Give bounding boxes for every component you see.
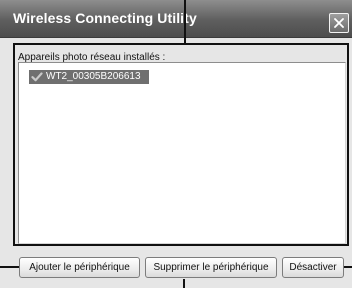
callout-line-left — [0, 266, 19, 268]
disable-button[interactable]: Désactiver — [282, 257, 344, 278]
close-button[interactable] — [329, 13, 349, 33]
installed-cameras-list[interactable]: WT2_00305B206613 — [18, 62, 346, 244]
camera-item-label: WT2_00305B206613 — [46, 71, 141, 82]
remove-device-button[interactable]: Supprimer le périphérique — [145, 257, 277, 278]
callout-line-top — [184, 0, 186, 43]
callout-line-right — [344, 266, 352, 268]
close-icon — [334, 18, 344, 28]
screenshot-stage: Wireless Connecting Utility Appareils ph… — [0, 0, 352, 288]
title-bar: Wireless Connecting Utility — [0, 0, 352, 38]
check-icon — [31, 72, 43, 82]
list-item-selected-camera[interactable]: WT2_00305B206613 — [29, 70, 149, 84]
window-title: Wireless Connecting Utility — [13, 10, 197, 26]
callout-line-bottom — [183, 279, 185, 288]
wireless-connecting-utility-window: Wireless Connecting Utility Appareils ph… — [0, 0, 352, 288]
add-device-button[interactable]: Ajouter le périphérique — [19, 257, 140, 278]
